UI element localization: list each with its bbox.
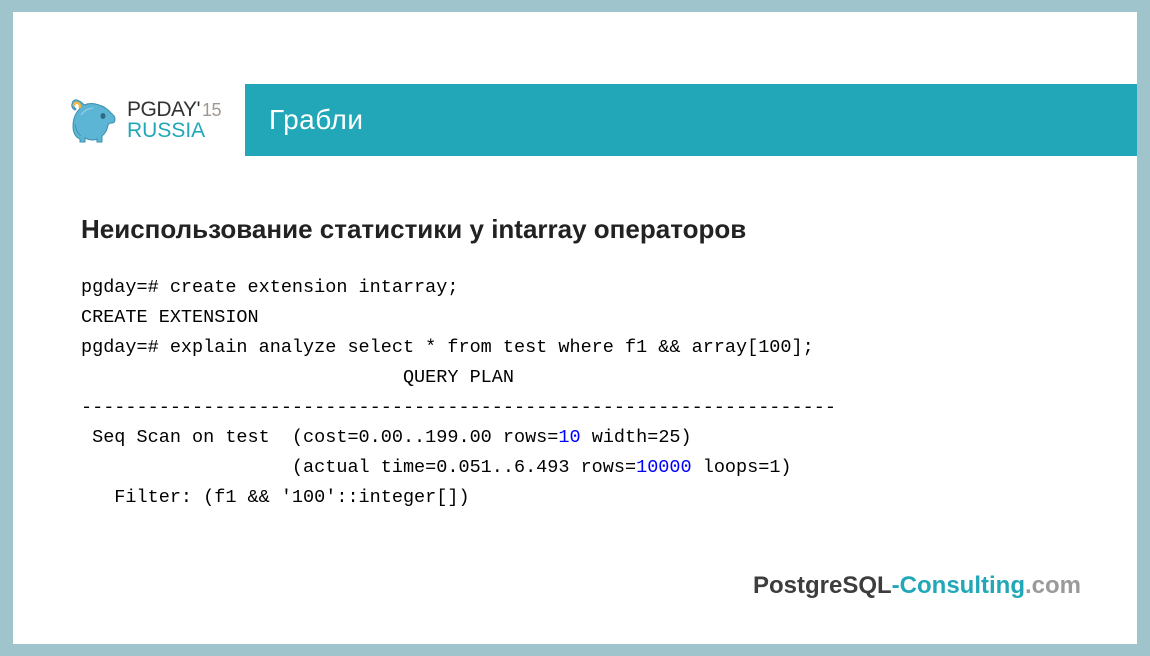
code-line: pgday=# explain analyze select * from te… [81, 337, 814, 358]
footer-brand: PostgreSQL-Consulting.com [753, 572, 1081, 600]
logo-year: 15 [202, 101, 221, 119]
code-line-part: Seq Scan on test (cost=0.00..199.00 rows… [81, 427, 558, 448]
code-line: ----------------------------------------… [81, 397, 836, 418]
code-highlight: 10 [558, 427, 580, 448]
footer-part-2: -Consulting [892, 572, 1025, 599]
logo-text: PGDAY'15 RUSSIA [127, 99, 221, 141]
slide-title: Грабли [269, 104, 364, 136]
code-line: QUERY PLAN [81, 367, 514, 388]
footer-part-1: PostgreSQL [753, 572, 892, 599]
code-line-part: loops=1) [692, 457, 792, 478]
subheading: Неиспользование статистики у intarray оп… [81, 214, 1069, 245]
title-bar: Грабли [245, 84, 1137, 156]
logo-block: PGDAY'15 RUSSIA [13, 84, 245, 156]
code-line: CREATE EXTENSION [81, 307, 259, 328]
code-line-part: (actual time=0.051..6.493 rows= [81, 457, 636, 478]
code-line: pgday=# create extension intarray; [81, 277, 458, 298]
logo-top-text: PGDAY' [127, 99, 200, 120]
code-highlight: 10000 [636, 457, 692, 478]
elephant-icon [67, 94, 119, 146]
slide-header: PGDAY'15 RUSSIA Грабли [13, 84, 1137, 156]
slide: PGDAY'15 RUSSIA Грабли Неиспользование с… [13, 12, 1137, 644]
footer-part-3: .com [1025, 572, 1081, 599]
code-block: pgday=# create extension intarray; CREAT… [81, 273, 1069, 513]
code-line-part: width=25) [581, 427, 692, 448]
code-line: Filter: (f1 && '100'::integer[]) [81, 487, 470, 508]
logo-bottom-text: RUSSIA [127, 120, 221, 141]
slide-content: Неиспользование статистики у intarray оп… [13, 156, 1137, 513]
